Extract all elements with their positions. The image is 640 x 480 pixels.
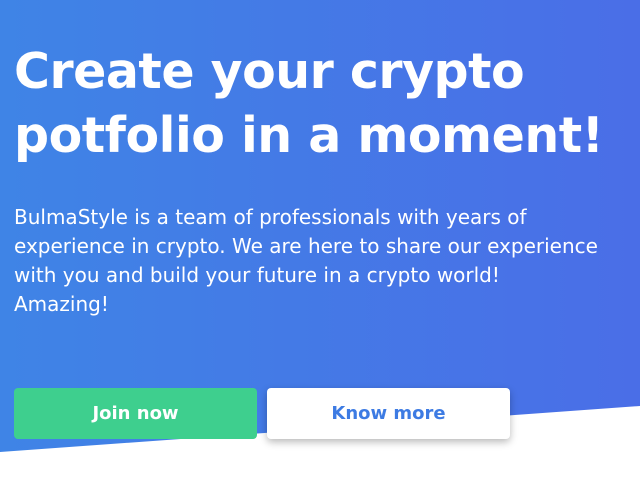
hero-subtitle-line: BulmaStyle is a team of professionals wi… — [14, 205, 527, 229]
know-more-button[interactable]: Know more — [267, 388, 510, 439]
hero-subtitle-line: experience in crypto. We are here to sha… — [14, 234, 598, 258]
hero-subtitle: BulmaStyle is a team of professionals wi… — [14, 203, 640, 319]
join-now-button[interactable]: Join now — [14, 388, 257, 439]
hero-title: Create your crypto potfolio in a moment! — [14, 40, 640, 168]
hero-subtitle-line: Amazing! — [14, 292, 109, 316]
hero-title-line-2: potfolio in a moment! — [14, 107, 604, 164]
hero-subtitle-line: with you and build your future in a cryp… — [14, 263, 500, 287]
hero-section: Create your crypto potfolio in a moment!… — [0, 0, 640, 480]
hero-title-line-1: Create your crypto — [14, 43, 525, 100]
hero-content: Create your crypto potfolio in a moment!… — [14, 40, 640, 316]
